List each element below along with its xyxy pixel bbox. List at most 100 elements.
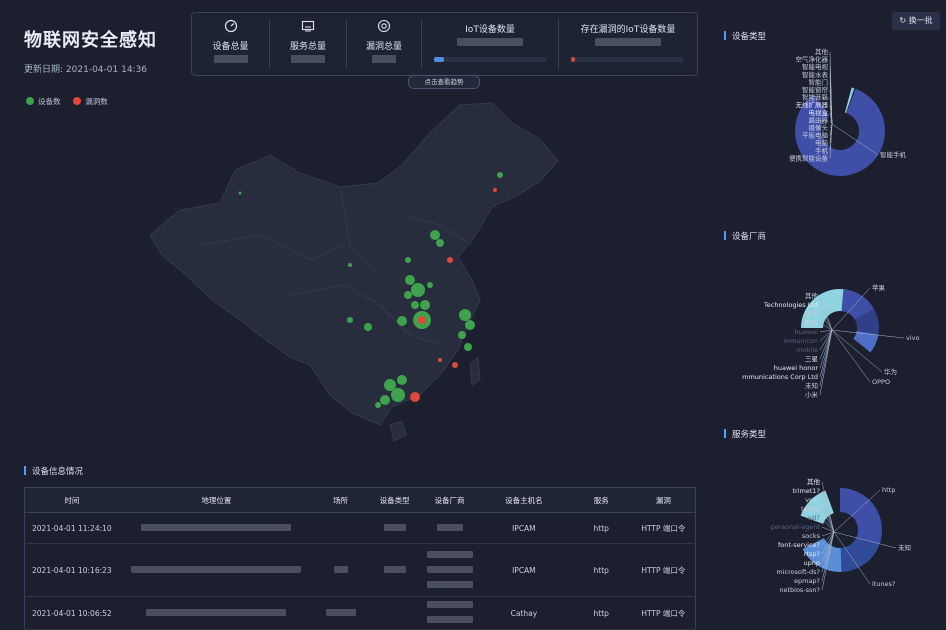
stat-service-total: 服务总量 — [270, 13, 346, 75]
cell-vuln: HTTP 端口令 — [631, 512, 696, 544]
cell-host: IPCAM — [477, 543, 571, 597]
pie-label: 三星 — [805, 355, 819, 363]
pie-label: http — [882, 486, 895, 494]
pie-label: OPPO — [872, 378, 890, 386]
device-type-pie[interactable]: 其他空气净化器智能电视智能水表智能门智能窗帘智能音箱无线扩展器电视盒路由器摄像头… — [720, 44, 940, 189]
stat-value-redacted — [457, 38, 523, 46]
pie-label: 未知 — [805, 381, 818, 390]
stat-label: 存在漏洞的IoT设备数量 — [580, 25, 676, 35]
pie-label: itunes? — [872, 580, 895, 588]
legend-dot-device — [26, 97, 34, 105]
service-pie[interactable]: 其他trimet1?vce?telnetssl?personal-agentso… — [720, 474, 940, 621]
column-header[interactable]: 漏洞 — [631, 487, 696, 513]
column-header[interactable]: 地理位置 — [118, 487, 315, 513]
cell-time: 2021-04-01 10:06:52 — [24, 596, 119, 630]
china-map[interactable] — [140, 95, 570, 455]
pie-label: ssl? — [808, 514, 820, 522]
stat-device-total: 设备总量 — [192, 13, 269, 75]
pie-label: mmunications Corp Ltd — [742, 373, 818, 381]
pie-label: epmap? — [794, 577, 820, 585]
stat-value-redacted — [372, 55, 396, 63]
pie-label: microsoft-ds? — [776, 568, 820, 576]
pie-label: 华为 — [805, 309, 818, 318]
pie-label: netbios-ssn? — [779, 586, 820, 594]
column-header[interactable]: 时间 — [24, 487, 119, 513]
gauge-icon — [224, 19, 237, 33]
section-title: 服务类型 — [732, 430, 767, 440]
stats-panel: 设备总量 服务总量 漏洞总量 IoT设备数量 存在漏洞的IoT设备数量 — [191, 12, 698, 76]
pie-label: trimet1? — [793, 487, 821, 495]
column-header[interactable]: 设备类型 — [367, 487, 423, 513]
cell-vuln: HTTP 端口令 — [631, 596, 696, 630]
pie-label: 苹果 — [872, 283, 886, 292]
stat-value-redacted — [291, 55, 325, 63]
column-header[interactable]: 设备主机名 — [477, 487, 571, 513]
stat-value-redacted — [595, 38, 661, 46]
pie-label: mobile — [796, 346, 818, 354]
cell-service: http — [570, 512, 632, 544]
column-header[interactable]: 服务 — [570, 487, 632, 513]
pie-label: font-service? — [778, 541, 820, 549]
pie-label: 小米 — [805, 390, 819, 399]
leader-line — [819, 329, 833, 378]
section-title: 设备类型 — [732, 32, 767, 42]
device-table: 时间 地理位置 场所 设备类型 设备厂商 设备主机名 服务 漏洞 2021-04… — [24, 487, 696, 630]
vendor-pie[interactable]: 其他Technologies Ltd华为魅族huaweimmuniconmobi… — [720, 278, 940, 408]
trend-button[interactable]: 点击查看趋势 — [408, 75, 480, 89]
table-row[interactable]: 2021-04-01 10:16:23 IPCAM http HTTP 端口令 — [24, 543, 696, 597]
pie-label: telnet — [801, 505, 820, 513]
stat-iot-count: IoT设备数量 — [422, 13, 558, 75]
pie-label: personal-agent — [771, 523, 821, 531]
column-header[interactable]: 场所 — [314, 487, 368, 513]
cell-vuln: HTTP 端口令 — [631, 543, 696, 597]
refresh-icon: ↻ — [899, 16, 909, 25]
pie-label: 其他 — [805, 291, 819, 300]
update-value: 2021-04-01 14:36 — [65, 65, 148, 75]
cell-service: http — [570, 543, 632, 597]
page-title: 物联网安全感知 — [24, 30, 157, 51]
pie-label: vce? — [805, 496, 820, 504]
column-header[interactable]: 设备厂商 — [422, 487, 478, 513]
table-row[interactable]: 2021-04-01 10:06:52 Cathay http HTTP 端口令 — [24, 596, 696, 630]
pie-label: upnp — [804, 559, 821, 567]
screen-icon — [301, 20, 315, 32]
cell-time: 2021-04-01 10:16:23 — [24, 543, 119, 597]
cell-host: IPCAM — [477, 512, 571, 544]
section-service: 服务类型 — [724, 428, 766, 440]
stat-value-redacted — [213, 55, 248, 63]
stat-vuln-total: 漏洞总量 — [347, 13, 421, 75]
legend-device[interactable]: 设备数 — [38, 97, 61, 106]
vuln-iot-progress-bar — [571, 57, 683, 62]
pie-label: 未知 — [898, 543, 911, 552]
table-row[interactable]: 2021-04-01 11:24:10 IPCAM http HTTP 端口令 — [24, 512, 696, 544]
pie-label: 华为 — [884, 367, 897, 376]
refresh-button[interactable]: ↻ 换一批 — [892, 12, 940, 30]
section-title: 设备厂商 — [732, 232, 767, 242]
cell-host: Cathay — [477, 596, 571, 630]
legend-dot-vuln — [73, 97, 82, 105]
at-icon — [377, 19, 391, 33]
pie-label: socks — [802, 532, 821, 540]
map-legend: 设备数 漏洞数 — [26, 96, 108, 107]
pie-label: 魅族 — [805, 318, 819, 327]
update-label: 更新日期: — [24, 65, 64, 75]
pie-label: 智能手机 — [880, 150, 907, 159]
section-vendor: 设备厂商 — [724, 230, 766, 242]
stat-label: 漏洞总量 — [365, 42, 402, 52]
pie-label: mmunicon — [784, 337, 818, 345]
pie-label: 便携智能设备 — [789, 153, 829, 162]
table-header-row: 时间 地理位置 场所 设备类型 设备厂商 设备主机名 服务 漏洞 — [24, 487, 696, 513]
section-title: 设备信息情况 — [32, 467, 84, 477]
leader-line — [819, 329, 833, 360]
stat-vuln-iot-count: 存在漏洞的IoT设备数量 — [559, 13, 697, 75]
iot-progress-bar — [434, 57, 546, 62]
stat-label: 设备总量 — [212, 42, 249, 52]
pie-label: 其他 — [807, 477, 821, 486]
cell-time: 2021-04-01 11:24:10 — [24, 512, 119, 544]
update-date: 更新日期: 2021-04-01 14:36 — [24, 62, 147, 75]
legend-vuln[interactable]: 漏洞数 — [85, 97, 108, 106]
refresh-label: 换一批 — [908, 16, 933, 25]
pie-label: rtsp? — [804, 550, 820, 558]
pie-label: Technologies Ltd — [763, 301, 818, 309]
pie-label: vivo — [906, 334, 919, 342]
